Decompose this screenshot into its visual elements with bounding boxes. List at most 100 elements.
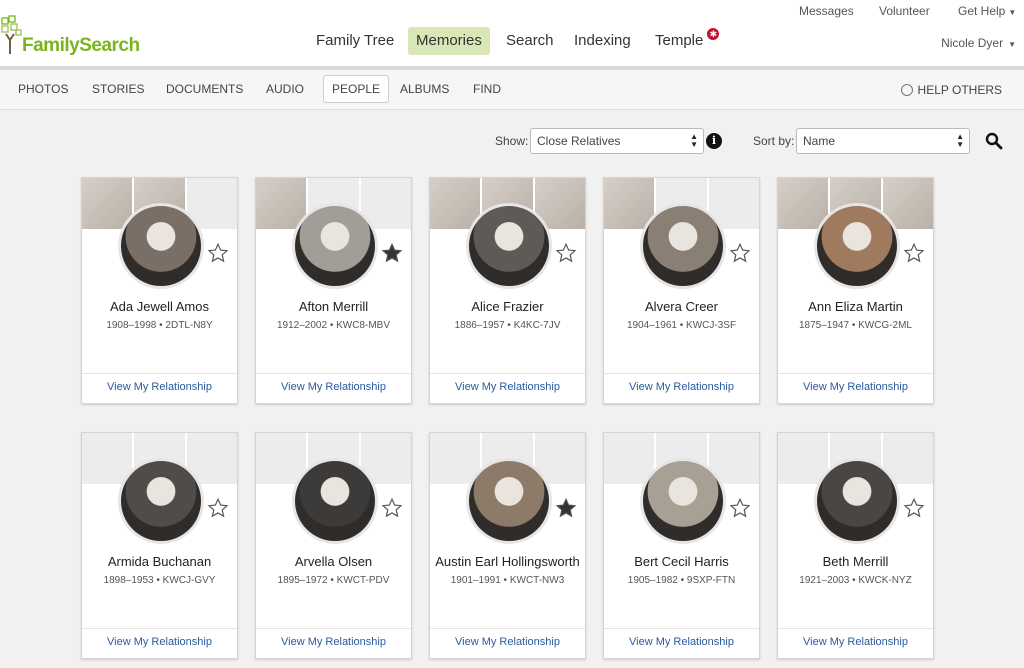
person-card[interactable]: Austin Earl Hollingsworth 1901–1991 • KWC… xyxy=(429,432,586,659)
sort-select[interactable]: Name ▲ ▼ xyxy=(796,128,970,154)
star-outline-icon[interactable] xyxy=(903,242,925,264)
view-relationship-link[interactable]: View My Relationship xyxy=(430,636,585,648)
nav-temple-label: Temple xyxy=(655,32,704,49)
get-help-label: Get Help xyxy=(958,4,1006,18)
card-divider xyxy=(256,628,411,629)
star-outline-icon[interactable] xyxy=(207,497,229,519)
star-filled-icon[interactable] xyxy=(381,242,403,264)
person-card[interactable]: Beth Merrill 1921–2003 • KWCK-NYZ View My … xyxy=(777,432,934,659)
search-icon[interactable] xyxy=(985,132,1003,150)
card-divider xyxy=(604,373,759,374)
star-filled-icon[interactable] xyxy=(555,497,577,519)
view-relationship-link[interactable]: View My Relationship xyxy=(604,636,759,648)
tab-photos[interactable]: PHOTOS xyxy=(10,75,76,103)
person-name[interactable]: Bert Cecil Harris xyxy=(604,554,759,569)
person-lifespan-id: 1921–2003 • KWCK-NYZ xyxy=(799,575,912,586)
card-divider xyxy=(430,628,585,629)
show-label: Show: xyxy=(495,134,529,148)
person-lifespan-id: 1905–1982 • 9SXP-FTN xyxy=(627,575,736,586)
person-card[interactable]: Ada Jewell Amos 1908–1998 • 2DTL-N8Y View … xyxy=(81,177,238,404)
star-outline-icon[interactable] xyxy=(729,242,751,264)
card-divider xyxy=(82,373,237,374)
person-lifespan-id: 1908–1998 • 2DTL-N8Y xyxy=(106,320,213,331)
person-portrait[interactable] xyxy=(466,458,552,544)
star-outline-icon[interactable] xyxy=(381,497,403,519)
nav-indexing[interactable]: Indexing xyxy=(566,27,639,55)
person-card[interactable]: Armida Buchanan 1898–1953 • KWCJ-GVY View … xyxy=(81,432,238,659)
view-relationship-link[interactable]: View My Relationship xyxy=(82,381,237,393)
chevron-down-icon: ▼ xyxy=(1008,8,1017,17)
person-portrait[interactable] xyxy=(292,203,378,289)
view-relationship-link[interactable]: View My Relationship xyxy=(256,381,411,393)
get-help-menu[interactable]: Get Help ▼ xyxy=(958,4,1016,18)
view-relationship-link[interactable]: View My Relationship xyxy=(82,636,237,648)
tab-albums[interactable]: ALBUMS xyxy=(392,75,457,103)
person-lifespan-id: 1912–2002 • KWC8-MBV xyxy=(276,320,390,331)
lifebuoy-icon xyxy=(900,84,913,96)
person-card[interactable]: Afton Merrill 1912–2002 • KWC8-MBV View My… xyxy=(255,177,412,404)
person-card[interactable]: Bert Cecil Harris 1905–1982 • 9SXP-FTN Vie… xyxy=(603,432,760,659)
logo-text: FamilySearch xyxy=(22,35,140,56)
view-relationship-link[interactable]: View My Relationship xyxy=(256,636,411,648)
person-name[interactable]: Alvera Creer xyxy=(604,299,759,314)
person-name[interactable]: Austin Earl Hollingsworth xyxy=(430,554,585,569)
global-header: FamilySearch Messages Volunteer Get Help… xyxy=(0,0,1024,66)
select-arrows-icon: ▲ ▼ xyxy=(956,132,964,149)
person-portrait[interactable] xyxy=(466,203,552,289)
person-portrait[interactable] xyxy=(640,458,726,544)
person-portrait[interactable] xyxy=(118,203,204,289)
show-select-value: Close Relatives xyxy=(537,134,621,148)
person-lifespan-id: 1904–1961 • KWCJ-3SF xyxy=(626,320,737,331)
tab-people[interactable]: PEOPLE xyxy=(323,75,390,103)
nav-family-tree[interactable]: Family Tree xyxy=(308,27,402,55)
view-relationship-link[interactable]: View My Relationship xyxy=(778,636,933,648)
person-name[interactable]: Afton Merrill xyxy=(256,299,411,314)
show-select[interactable]: Close Relatives ▲ ▼ xyxy=(530,128,704,154)
person-name[interactable]: Ann Eliza Martin xyxy=(778,299,933,314)
person-portrait[interactable] xyxy=(118,458,204,544)
person-card[interactable]: Arvella Olsen 1895–1972 • KWCT-PDV View My… xyxy=(255,432,412,659)
person-portrait[interactable] xyxy=(814,203,900,289)
person-name[interactable]: Armida Buchanan xyxy=(82,554,237,569)
nav-search[interactable]: Search xyxy=(498,27,562,55)
card-divider xyxy=(430,373,585,374)
nav-temple[interactable]: Temple ✱ xyxy=(647,27,720,55)
tab-documents[interactable]: DOCUMENTS xyxy=(158,75,251,103)
person-lifespan-id: 1898–1953 • KWCJ-GVY xyxy=(103,575,216,586)
person-portrait[interactable] xyxy=(814,458,900,544)
person-name[interactable]: Ada Jewell Amos xyxy=(82,299,237,314)
help-others-label: HELP OTHERS xyxy=(917,83,1002,97)
person-name[interactable]: Arvella Olsen xyxy=(256,554,411,569)
card-divider xyxy=(82,628,237,629)
person-lifespan-id: 1895–1972 • KWCT-PDV xyxy=(277,575,390,586)
messages-link[interactable]: Messages xyxy=(799,4,854,18)
person-name[interactable]: Beth Merrill xyxy=(778,554,933,569)
person-card[interactable]: Alice Frazier 1886–1957 • K4KC-7JV View My… xyxy=(429,177,586,404)
user-menu[interactable]: Nicole Dyer ▼ xyxy=(941,36,1016,50)
view-relationship-link[interactable]: View My Relationship xyxy=(778,381,933,393)
tab-audio[interactable]: AUDIO xyxy=(258,75,312,103)
select-arrows-icon: ▲ ▼ xyxy=(690,132,698,149)
info-icon[interactable]: i xyxy=(706,133,722,149)
tab-find[interactable]: FIND xyxy=(465,75,509,103)
person-portrait[interactable] xyxy=(640,203,726,289)
sort-label: Sort by: xyxy=(753,134,795,148)
person-card[interactable]: Ann Eliza Martin 1875–1947 • KWCG-2ML View… xyxy=(777,177,934,404)
star-outline-icon[interactable] xyxy=(903,497,925,519)
star-outline-icon[interactable] xyxy=(555,242,577,264)
view-relationship-link[interactable]: View My Relationship xyxy=(430,381,585,393)
tab-stories[interactable]: STORIES xyxy=(84,75,152,103)
star-outline-icon[interactable] xyxy=(729,497,751,519)
person-card[interactable]: Alvera Creer 1904–1961 • KWCJ-3SF View My … xyxy=(603,177,760,404)
memories-subnav: PHOTOS STORIES DOCUMENTS AUDIO PEOPLE AL… xyxy=(0,70,1024,110)
volunteer-link[interactable]: Volunteer xyxy=(879,4,930,18)
help-others-link[interactable]: HELP OTHERS xyxy=(900,83,1002,97)
nav-memories[interactable]: Memories xyxy=(408,27,490,55)
view-relationship-link[interactable]: View My Relationship xyxy=(604,381,759,393)
person-name[interactable]: Alice Frazier xyxy=(430,299,585,314)
sort-select-value: Name xyxy=(803,134,836,148)
star-outline-icon[interactable] xyxy=(207,242,229,264)
person-lifespan-id: 1901–1991 • KWCT-NW3 xyxy=(450,575,565,586)
card-divider xyxy=(604,628,759,629)
person-portrait[interactable] xyxy=(292,458,378,544)
